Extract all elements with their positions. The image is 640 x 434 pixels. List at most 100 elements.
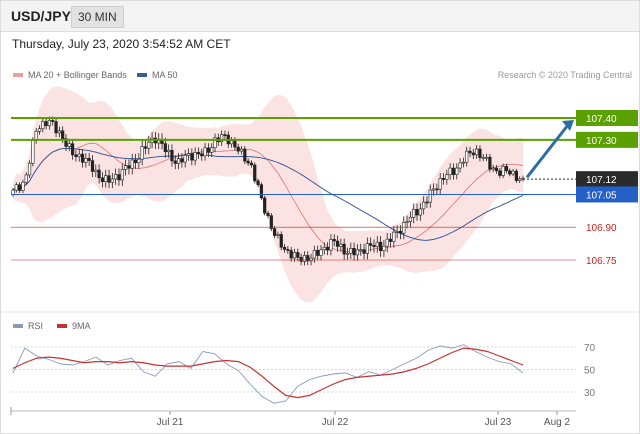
- candle: [27, 162, 32, 176]
- candle: [326, 246, 330, 251]
- candle: [196, 152, 201, 155]
- candle: [97, 169, 101, 179]
- legend-swatch-rsi: [13, 324, 23, 328]
- candle: [471, 152, 475, 156]
- candle: [77, 153, 81, 157]
- candle: [276, 234, 280, 236]
- candle: [223, 134, 227, 136]
- candle: [369, 243, 373, 246]
- candle: [239, 148, 244, 152]
- candle: [302, 255, 307, 262]
- candle: [253, 164, 257, 182]
- candle: [190, 153, 194, 161]
- candle: [375, 241, 379, 247]
- rsi-line: [12, 344, 524, 404]
- candle: [398, 231, 403, 234]
- candle: [57, 130, 61, 134]
- rsi-9ma-line: [12, 347, 524, 399]
- candle: [263, 197, 267, 214]
- rsi-tick-50: 50: [584, 366, 596, 377]
- candle: [18, 184, 22, 191]
- candle: [362, 249, 366, 254]
- candle: [24, 174, 28, 183]
- candle: [319, 249, 323, 256]
- candle: [355, 249, 360, 256]
- candle: [286, 249, 290, 251]
- legend-rsi-label: RSI: [28, 321, 43, 331]
- candle: [110, 178, 114, 183]
- candle: [508, 170, 512, 175]
- candle: [282, 246, 287, 250]
- candle: [133, 159, 138, 164]
- candle: [365, 243, 369, 254]
- candle: [80, 153, 85, 163]
- legend-swatch-ma20: [13, 73, 23, 77]
- candle: [233, 140, 237, 148]
- candle: [415, 209, 419, 216]
- candle: [514, 170, 518, 181]
- candle: [488, 156, 492, 170]
- candle: [170, 149, 174, 162]
- candle: [100, 177, 105, 182]
- candle: [143, 146, 148, 149]
- candle: [51, 120, 55, 122]
- candle: [147, 141, 151, 149]
- candle: [435, 188, 439, 191]
- candle: [405, 221, 409, 223]
- candle: [501, 166, 505, 176]
- candle: [392, 231, 396, 242]
- legend-swatch-ma50: [137, 73, 147, 77]
- candle: [395, 231, 399, 233]
- candle: [229, 140, 234, 145]
- candle: [203, 147, 207, 157]
- candle: [299, 257, 303, 262]
- rsi-plot: 70 50 30: [11, 343, 596, 404]
- candle: [441, 178, 446, 180]
- candle: [511, 170, 515, 175]
- candle: [14, 184, 18, 191]
- candle: [243, 148, 247, 162]
- candle: [61, 130, 65, 139]
- candle: [44, 121, 48, 127]
- candle: [279, 234, 283, 248]
- candle: [296, 252, 300, 258]
- candle: [418, 208, 422, 216]
- candle: [458, 162, 462, 169]
- candle: [402, 222, 406, 234]
- chart-canvas: MA 20 + Bollinger Bands MA 50 Research ©…: [1, 70, 639, 428]
- candle: [504, 166, 509, 172]
- candle: [422, 201, 426, 210]
- candle: [269, 215, 273, 229]
- candle: [316, 250, 320, 256]
- candle: [322, 246, 326, 251]
- x-tick-label: Jul 21: [157, 417, 184, 428]
- candle: [481, 157, 485, 159]
- candle: [90, 160, 95, 172]
- level-label-106-90: 106.90: [586, 223, 617, 234]
- candle: [349, 248, 353, 254]
- candle: [491, 167, 495, 170]
- candle: [37, 128, 42, 132]
- candle: [451, 167, 456, 175]
- candle: [163, 143, 167, 153]
- candle: [259, 184, 263, 199]
- candle: [246, 160, 250, 164]
- candle: [412, 209, 416, 218]
- candle: [236, 146, 240, 152]
- candle: [107, 175, 111, 183]
- candle: [47, 120, 52, 127]
- candle: [74, 154, 78, 157]
- candle: [309, 257, 313, 262]
- candle: [431, 188, 436, 191]
- candle: [445, 174, 449, 180]
- candle: [329, 239, 333, 251]
- candle: [21, 181, 25, 191]
- candle: [140, 146, 144, 160]
- legend-ma20-label: MA 20 + Bollinger Bands: [28, 70, 127, 80]
- candle: [372, 245, 376, 247]
- rsi-tick-70: 70: [584, 343, 596, 354]
- candle: [448, 167, 452, 176]
- candle: [249, 162, 254, 166]
- candle: [186, 153, 191, 156]
- candle: [31, 140, 35, 164]
